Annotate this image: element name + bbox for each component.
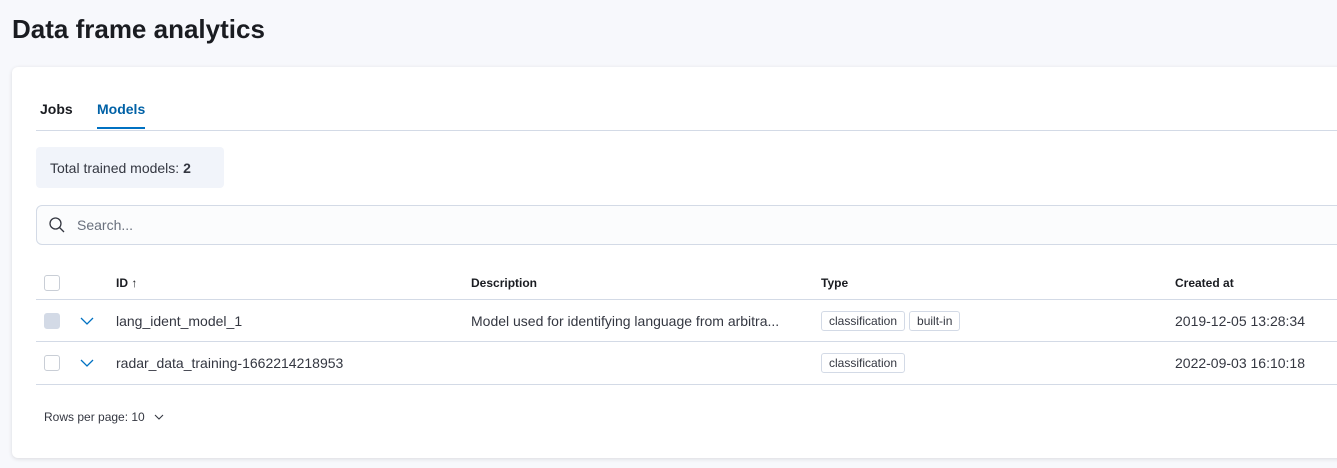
type-badge: classification (821, 311, 906, 331)
page-title: Data frame analytics (12, 14, 265, 44)
model-description: Model used for identifying language from… (471, 313, 780, 329)
table-header: ID ↑ Description Type Created at (36, 266, 1337, 300)
chevron-down-icon[interactable] (80, 358, 94, 368)
model-id: radar_data_training-1662214218953 (116, 355, 344, 371)
tab-models[interactable]: Models (97, 101, 146, 129)
chevron-down-icon[interactable] (80, 316, 94, 326)
row-checkbox[interactable] (44, 355, 60, 371)
stat-label: Total trained models: (50, 160, 180, 176)
stat-value: 2 (183, 160, 191, 176)
model-id: lang_ident_model_1 (116, 313, 243, 329)
created-at: 2022-09-03 16:10:18 (1175, 355, 1305, 371)
sort-ascending-icon: ↑ (131, 276, 138, 290)
models-panel: Jobs Models Total trained models: 2 Sear… (12, 67, 1337, 458)
model-types: classification built-in (821, 311, 964, 331)
row-checkbox[interactable] (44, 313, 60, 329)
table-row: radar_data_training-1662214218953 classi… (36, 342, 1337, 385)
search-placeholder: Search... (77, 217, 134, 233)
rows-per-page-button[interactable]: Rows per page: 10 (44, 410, 164, 424)
created-at: 2019-12-05 13:28:34 (1175, 313, 1305, 329)
id-column-header[interactable]: ID ↑ (116, 276, 137, 290)
tabs: Jobs Models (36, 67, 1337, 131)
search-icon (49, 217, 65, 233)
type-column-header: Type (821, 276, 849, 290)
created-column-header[interactable]: Created at (1175, 276, 1234, 290)
chevron-down-icon (154, 414, 164, 420)
select-all-checkbox[interactable] (44, 275, 60, 291)
type-badge: built-in (909, 311, 961, 331)
model-types: classification (821, 353, 909, 373)
search-input[interactable]: Search... (36, 205, 1337, 245)
type-badge: classification (821, 353, 906, 373)
table-row: lang_ident_model_1 Model used for identi… (36, 300, 1337, 342)
tab-jobs[interactable]: Jobs (40, 101, 73, 127)
total-models-stat: Total trained models: 2 (36, 147, 224, 188)
description-column-header: Description (471, 276, 538, 290)
